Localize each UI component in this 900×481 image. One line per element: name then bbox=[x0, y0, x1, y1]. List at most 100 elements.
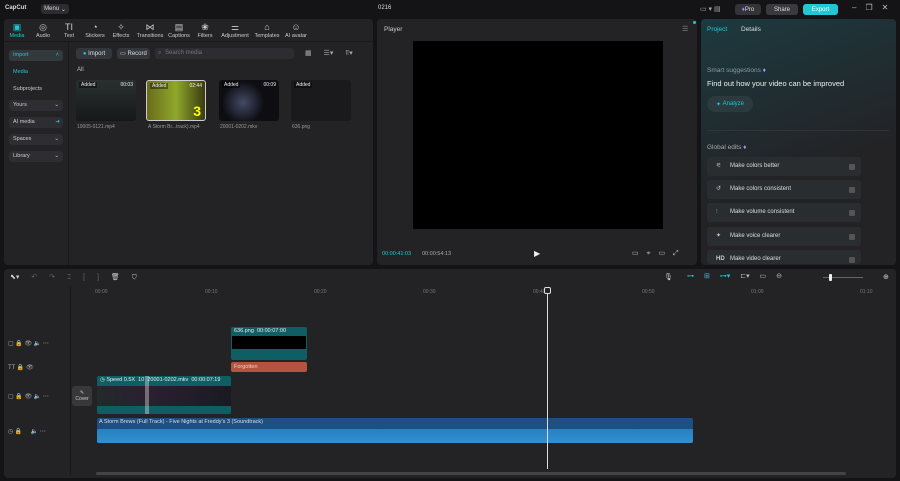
view-sort-filter-icons[interactable]: ▦ ☰▾ ⫪▾ bbox=[305, 49, 353, 58]
main-video-clip[interactable]: ◷ Speed 0.5X 10 20001-0202.mkv 00:00:07:… bbox=[97, 376, 231, 414]
checkbox[interactable] bbox=[849, 257, 855, 263]
share-button[interactable]: Share bbox=[766, 4, 798, 15]
label: Smart suggestions bbox=[707, 67, 761, 74]
tool-transitions[interactable]: ⋈ Transitions bbox=[136, 22, 164, 39]
tool-label: Captions bbox=[168, 33, 190, 39]
playhead-handle[interactable] bbox=[544, 287, 551, 294]
label: Make colors consistent bbox=[730, 186, 792, 192]
mic-icon[interactable]: 🎙 bbox=[664, 273, 673, 281]
notification-dot bbox=[693, 21, 696, 24]
tool-text[interactable]: TI Text bbox=[56, 22, 82, 39]
badge: Added bbox=[79, 82, 98, 88]
snap-link-icons[interactable]: ⊶ ⊞ ⊶▾ ⊏▾ ▭ ⊖ bbox=[687, 272, 782, 280]
label: Make voice clearer bbox=[730, 233, 781, 239]
media-item[interactable]: Added bbox=[291, 80, 351, 121]
text-track-controls[interactable]: TT 🔒 👁 bbox=[8, 364, 34, 371]
divider bbox=[4, 41, 373, 42]
sidebar-import[interactable]: Import ˄ bbox=[9, 50, 63, 61]
tool-filters[interactable]: ❀ Filters bbox=[192, 22, 218, 39]
filter-all[interactable]: All bbox=[77, 67, 84, 73]
sidebar-media[interactable]: Media bbox=[9, 67, 63, 78]
clip-duration: 00:00:07:19 bbox=[191, 377, 221, 383]
clip-thumbnail bbox=[232, 336, 306, 349]
label: Global edits bbox=[707, 144, 742, 151]
badge: Added bbox=[294, 82, 313, 88]
overlay-clip[interactable]: 636.png 00:00:07:00 bbox=[231, 327, 307, 360]
horizontal-scrollbar[interactable] bbox=[96, 472, 846, 475]
tool-label: Media bbox=[9, 33, 25, 39]
tool-captions[interactable]: ▤ Captions bbox=[166, 22, 192, 39]
tool-adjustment[interactable]: ⚌ Adjustment bbox=[219, 22, 251, 39]
sidebar-library[interactable]: Library ⌄ bbox=[9, 151, 63, 162]
sidebar-subprojects[interactable]: Subprojects bbox=[9, 84, 63, 95]
sidebar-yours[interactable]: Yours ⌄ bbox=[9, 100, 63, 111]
player-menu-icon[interactable]: ☰ bbox=[682, 25, 688, 33]
import-button[interactable]: ● Import bbox=[76, 48, 112, 59]
checkbox[interactable] bbox=[849, 164, 855, 170]
zoom-in-icon[interactable]: ⊕ bbox=[883, 273, 889, 281]
checkbox[interactable] bbox=[849, 210, 855, 216]
label: AI media bbox=[13, 119, 35, 125]
pro-button[interactable]: ♦ Pro bbox=[735, 4, 761, 15]
timeline-tools[interactable]: ⬉▾ ↶ ↷ ⌶ [ ] 🗑 ⛉ bbox=[10, 273, 137, 282]
tool-stickers[interactable]: ◔ Stickers bbox=[82, 22, 108, 39]
tool-audio[interactable]: ◎ Audio bbox=[30, 22, 56, 39]
make-voice-clearer[interactable]: ✦ Make voice clearer bbox=[707, 227, 861, 246]
main-track-controls[interactable]: ▢ 🔒 👁 🔈 ⋯ bbox=[8, 393, 49, 400]
make-volume-consistent[interactable]: ⫶ Make volume consistent bbox=[707, 203, 861, 222]
total-time: 00:00:54:13 bbox=[422, 251, 452, 257]
file-name: 20001-0202.mkv bbox=[220, 124, 258, 130]
effects-icon: ✧ bbox=[117, 22, 125, 32]
checkbox[interactable] bbox=[849, 187, 855, 193]
text-clip[interactable]: Forgotten bbox=[231, 362, 307, 372]
media-item[interactable]: Added 00:09 bbox=[219, 80, 279, 121]
make-colors-better[interactable]: ⚟ Make colors better bbox=[707, 157, 861, 176]
make-video-clearer[interactable]: HD Make video clearer bbox=[707, 250, 861, 264]
zoom-slider-handle[interactable] bbox=[829, 274, 832, 281]
label: Record bbox=[127, 50, 147, 57]
audio-clip[interactable]: A Storm Brews (Full Track) - Five Nights… bbox=[97, 418, 693, 443]
captions-icon: ▤ bbox=[174, 22, 184, 32]
media-icon: ▣ bbox=[12, 22, 22, 32]
sidebar-spaces[interactable]: Spaces ⌄ bbox=[9, 134, 63, 145]
make-colors-consistent[interactable]: ↺ Make colors consistent bbox=[707, 180, 861, 199]
layout-icon[interactable]: ▭ ▾ ▤ bbox=[700, 5, 721, 13]
clip-short: 10 bbox=[138, 377, 145, 383]
audio-track-controls[interactable]: ◷ 🔒 🔈 ⋯ bbox=[8, 428, 46, 435]
sidebar-ai-media[interactable]: AI media ➜ bbox=[9, 117, 63, 128]
templates-icon: ⌂ bbox=[264, 22, 270, 32]
record-button[interactable]: ▭ Record bbox=[117, 48, 150, 59]
tool-media[interactable]: ▣ Media bbox=[4, 22, 30, 39]
tool-effects[interactable]: ✧ Effects bbox=[108, 22, 134, 39]
color-match-icon: ↺ bbox=[716, 186, 722, 192]
export-button[interactable]: Export bbox=[803, 4, 838, 15]
menu-button[interactable]: Menu ⌄ bbox=[41, 4, 69, 14]
cover-button[interactable]: ✎ Cover bbox=[72, 386, 92, 406]
share-label: Share bbox=[773, 6, 790, 13]
zoom-slider[interactable] bbox=[823, 274, 863, 281]
analyze-button[interactable]: ✦ Analyze bbox=[707, 96, 753, 112]
video-preview[interactable] bbox=[413, 41, 663, 229]
split-marker[interactable] bbox=[145, 376, 149, 414]
label: Make video clearer bbox=[730, 256, 781, 262]
play-button[interactable]: ▶ bbox=[534, 249, 540, 258]
tool-ai-avatar[interactable]: ☺ AI avatar bbox=[283, 22, 309, 39]
badge: Added bbox=[150, 83, 169, 89]
playhead[interactable] bbox=[544, 287, 551, 469]
tab-details[interactable]: Details bbox=[741, 26, 761, 33]
media-item[interactable]: Added 00:03 bbox=[76, 80, 136, 121]
duration: 02:44 bbox=[189, 83, 202, 89]
transitions-icon: ⋈ bbox=[145, 22, 155, 32]
tool-templates[interactable]: ⌂ Templates bbox=[253, 22, 281, 39]
media-item[interactable]: Added 02:44 3 bbox=[146, 80, 206, 121]
overlay-track-controls[interactable]: ▢ 🔒 👁 🔈 ⋯ bbox=[8, 340, 49, 347]
window-controls[interactable]: –❐✕ bbox=[852, 3, 897, 12]
search-input[interactable]: ⌕ Search media bbox=[155, 48, 294, 59]
player-controls-icons[interactable]: ▭ ⌖ ▭ ⤢ bbox=[632, 249, 679, 258]
badge: Added bbox=[222, 82, 241, 88]
filters-icon: ❀ bbox=[201, 22, 209, 32]
tab-project[interactable]: Project bbox=[707, 26, 727, 33]
volume-levels-icon: ⫶ bbox=[716, 209, 718, 215]
checkbox[interactable] bbox=[849, 234, 855, 240]
tool-label: AI avatar bbox=[284, 33, 307, 39]
